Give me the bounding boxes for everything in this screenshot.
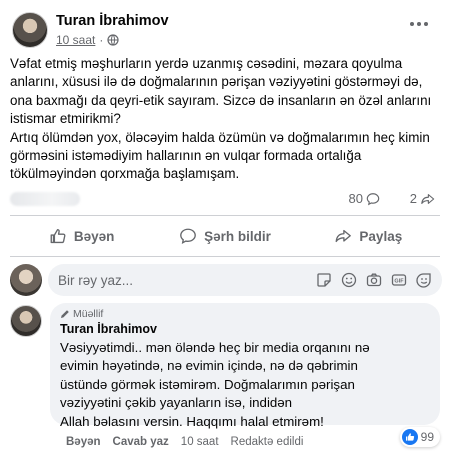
- commenter-avatar[interactable]: [10, 305, 42, 337]
- comment-edited-label: Redaktə edildi: [230, 436, 304, 448]
- comment-icon: [366, 192, 380, 205]
- divider: [10, 256, 440, 257]
- comment-time[interactable]: 10 saat: [181, 436, 219, 448]
- comment-reply-button[interactable]: Cavab yaz: [113, 436, 169, 448]
- author-badge: Müəllif: [60, 307, 430, 320]
- comment-text: Vəsiyyətimdi.. mən öləndə heç bir media …: [60, 339, 430, 431]
- author-badge-label: Müəllif: [73, 307, 104, 320]
- sticker-face-icon[interactable]: [416, 272, 432, 288]
- share-icon: [335, 229, 352, 243]
- shares-count-value: 2: [409, 191, 417, 206]
- post-stats: 80 2: [10, 188, 440, 210]
- comment-author-name[interactable]: Turan İbrahimov: [60, 322, 430, 336]
- post-paragraph: Artıq ölümdən yox, öləcəyim halda özümün…: [10, 129, 430, 182]
- comments-count[interactable]: 80: [349, 191, 380, 206]
- like-button-label: Bəyən: [73, 228, 115, 244]
- post-text: Vəfat etmiş məşhurların yerdə uzanmış cə…: [10, 55, 442, 184]
- comment-line: vəziyyətini çəkib yayanların isə, indidə…: [60, 395, 293, 411]
- comment-line: evimin həyətində, nə evimin içində, nə d…: [60, 358, 358, 374]
- dot-icon: [417, 22, 421, 26]
- like-button[interactable]: Bəyən: [10, 220, 153, 252]
- dot-icon: [410, 22, 414, 26]
- like-reaction-icon: [401, 429, 418, 445]
- composer-icons: GIF: [316, 272, 432, 288]
- comment-composer: GIF: [10, 264, 442, 296]
- comment-like-button[interactable]: Bəyən: [66, 436, 101, 448]
- share-arrow-icon: [421, 193, 435, 204]
- meta-separator: ·: [99, 33, 104, 47]
- dot-icon: [424, 22, 428, 26]
- divider: [10, 215, 440, 216]
- comments-count-value: 80: [348, 191, 363, 206]
- thumbs-up-icon: [50, 229, 66, 244]
- share-button[interactable]: Paylaş: [297, 220, 440, 252]
- shares-count[interactable]: 2: [410, 191, 435, 206]
- comment-line: Vəsiyyətimdi.. mən öləndə heç bir media …: [60, 340, 370, 355]
- emoji-icon[interactable]: [341, 272, 357, 288]
- share-button-label: Paylaş: [359, 228, 403, 244]
- post-author-name[interactable]: Turan İbrahimov: [56, 13, 169, 29]
- post-action-bar: Bəyən Şərh bildir Paylaş: [10, 220, 440, 252]
- comment-reaction-count: 99: [420, 430, 434, 444]
- post-time[interactable]: 10 saat: [56, 33, 95, 47]
- pencil-icon: [61, 309, 69, 318]
- more-options-button[interactable]: [405, 14, 433, 34]
- comment-line: Allah bəlasını versin. Haqqımı halal etm…: [60, 413, 324, 429]
- sticker-icon[interactable]: [316, 272, 332, 288]
- globe-icon[interactable]: [107, 34, 119, 46]
- comment-button-label: Şərh bildir: [204, 228, 271, 244]
- post-meta: 10 saat ·: [56, 33, 119, 47]
- gif-icon[interactable]: GIF: [391, 272, 407, 288]
- author-avatar[interactable]: [12, 12, 48, 48]
- comment-line: üstündə görmək istəmirəm. Doğmalarımın p…: [60, 376, 355, 392]
- post-paragraph: Vəfat etmiş məşhurların yerdə uzanmış cə…: [10, 56, 432, 127]
- reactions-summary[interactable]: [10, 192, 80, 206]
- post-header: Turan İbrahimov 10 saat ·: [9, 8, 439, 48]
- camera-icon[interactable]: [366, 272, 382, 288]
- comment-button[interactable]: Şərh bildir: [153, 220, 296, 252]
- svg-text:GIF: GIF: [394, 279, 404, 285]
- current-user-avatar[interactable]: [10, 264, 42, 296]
- comment-bubble: Müəllif Turan İbrahimov Vəsiyyətimdi.. m…: [50, 303, 440, 429]
- comment-actions: Bəyən Cavab yaz 10 saat Redaktə edildi: [66, 436, 303, 448]
- comment-reactions[interactable]: 99: [399, 427, 440, 447]
- comment-icon: [180, 228, 196, 245]
